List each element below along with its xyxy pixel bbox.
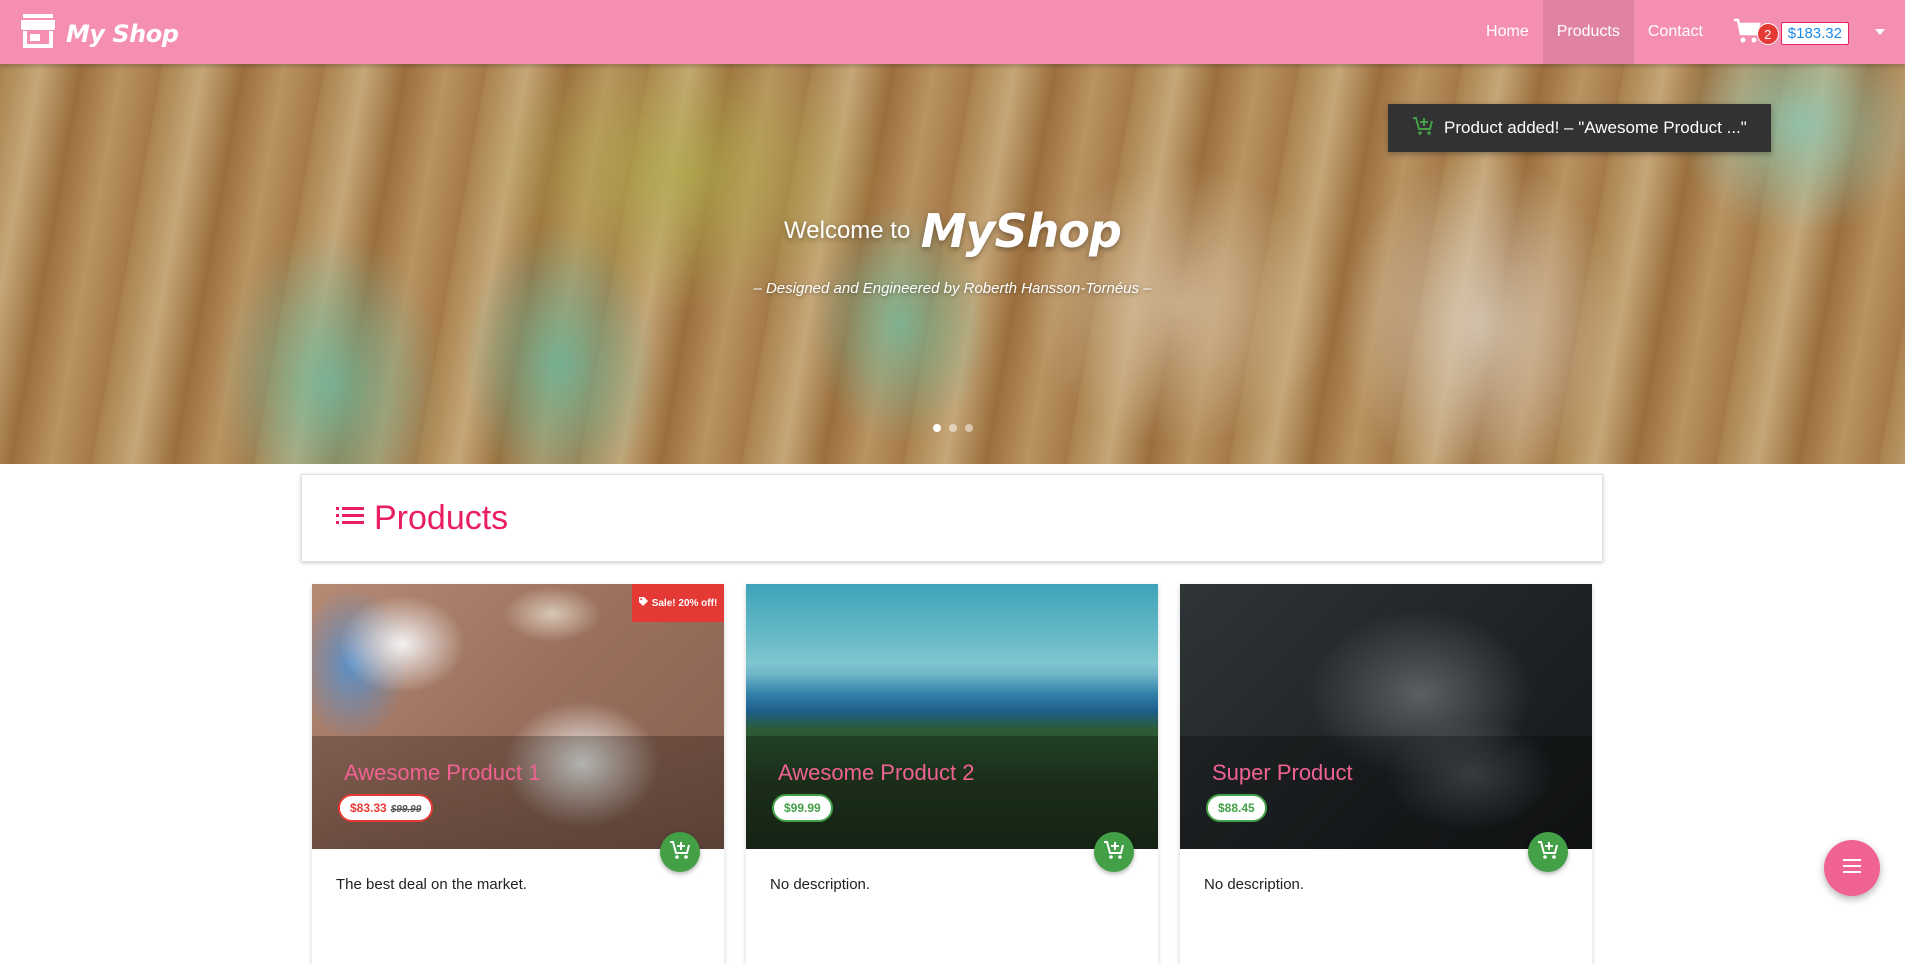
carousel-dot-3[interactable] (965, 424, 973, 432)
brand-name: My Shop (66, 19, 179, 48)
price-badge: $88.45 (1206, 794, 1267, 822)
price: $99.99 (784, 801, 821, 815)
add-to-cart-button[interactable] (1094, 832, 1134, 872)
add-to-cart-icon (1412, 116, 1434, 141)
add-to-cart-icon (669, 840, 691, 865)
products-header-card: Products (301, 474, 1603, 562)
product-name[interactable]: Awesome Product 2 (778, 760, 974, 786)
image-shade (1180, 736, 1592, 849)
cart-count-badge: 2 (1756, 22, 1779, 45)
toast-notification: Product added! – "Awesome Product ..." (1388, 104, 1771, 152)
product-image[interactable]: Awesome Product 2 $99.99 (746, 584, 1158, 849)
hero-title: Welcome to MyShop (0, 204, 1905, 258)
product-card[interactable]: Awesome Product 2 $99.99 No description. (746, 584, 1158, 964)
hero-welcome-text: Welcome to (784, 217, 911, 244)
hero-logo: MyShop (920, 204, 1122, 258)
product-image[interactable]: Super Product $88.45 (1180, 584, 1592, 849)
main-nav: Home Products Contact (1472, 0, 1717, 64)
menu-fab-button[interactable] (1824, 840, 1880, 896)
image-shade (312, 736, 724, 849)
carousel-indicators (929, 424, 977, 432)
sale-label: Sale! 20% off! (651, 597, 718, 609)
product-card[interactable]: Sale! 20% off! Awesome Product 1 $83.33 $… (312, 584, 724, 964)
product-image[interactable]: Sale! 20% off! Awesome Product 1 $83.33 $… (312, 584, 724, 849)
hero-subtitle: – Designed and Engineered by Roberth Han… (753, 280, 1152, 297)
tag-icon (638, 597, 648, 609)
chevron-down-icon[interactable] (1875, 29, 1885, 35)
top-navbar: My Shop Home Products Contact 2 $183.32 (0, 0, 1905, 64)
add-to-cart-button[interactable] (660, 832, 700, 872)
price-badge: $83.33 $99.99 (338, 794, 434, 822)
nav-contact[interactable]: Contact (1634, 0, 1717, 64)
brand-link[interactable]: My Shop (20, 14, 179, 53)
product-description: No description. (770, 876, 871, 893)
old-price: $99.99 (390, 804, 422, 815)
product-card[interactable]: Super Product $88.45 No description. (1180, 584, 1592, 964)
add-to-cart-button[interactable] (1528, 832, 1568, 872)
products-title: Products (374, 498, 509, 537)
image-shade (746, 736, 1158, 849)
carousel-dot-1[interactable] (933, 424, 941, 432)
add-to-cart-icon (1537, 840, 1559, 865)
add-to-cart-icon (1103, 840, 1125, 865)
product-description: The best deal on the market. (336, 876, 527, 893)
price: $83.33 (350, 801, 387, 815)
product-description: No description. (1204, 876, 1305, 893)
menu-icon (1843, 858, 1861, 878)
nav-products[interactable]: Products (1542, 0, 1634, 64)
cart-total: $183.32 (1780, 22, 1849, 45)
product-name[interactable]: Awesome Product 1 (344, 760, 540, 786)
store-icon (20, 14, 56, 53)
product-name[interactable]: Super Product (1212, 760, 1353, 786)
cart-button[interactable]: 2 $183.32 (1733, 18, 1849, 49)
toast-message: Product added! – "Awesome Product ..." (1444, 118, 1747, 137)
nav-home[interactable]: Home (1472, 0, 1543, 64)
list-icon (336, 505, 364, 532)
sale-badge: Sale! 20% off! (632, 584, 724, 622)
price-badge: $99.99 (772, 794, 833, 822)
carousel-dot-2[interactable] (949, 424, 957, 432)
price: $88.45 (1218, 801, 1255, 815)
